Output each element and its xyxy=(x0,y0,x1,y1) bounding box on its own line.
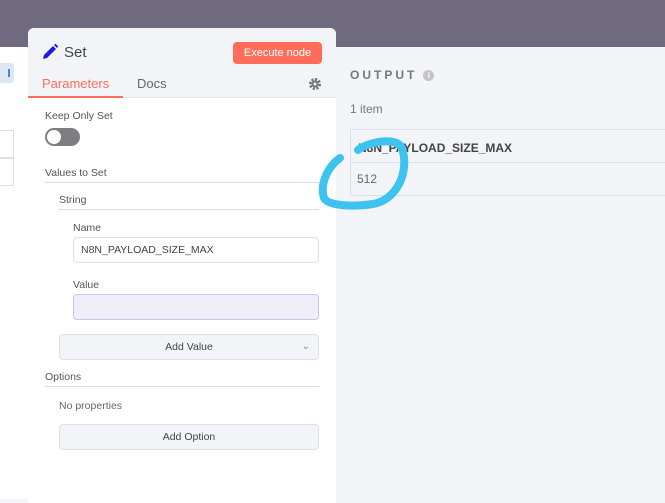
input-panel-button[interactable] xyxy=(0,63,14,83)
add-value-label: Add Value xyxy=(165,341,213,353)
input-table-row xyxy=(0,130,14,158)
node-settings-panel: Set Execute node Parameters Docs Keep On… xyxy=(28,28,336,503)
node-header: Set Execute node Parameters Docs xyxy=(28,28,336,98)
input-table-row xyxy=(0,158,14,186)
output-title: OUTPUT i xyxy=(350,68,435,82)
options-heading: Options xyxy=(45,371,319,387)
string-heading: String xyxy=(59,194,319,210)
values-to-set-heading: Values to Set xyxy=(45,167,319,183)
no-properties-text: No properties xyxy=(59,400,123,412)
output-panel: OUTPUT i 1 item N8N_PAYLOAD_SIZE_MAX 512 xyxy=(336,47,665,499)
tab-docs[interactable]: Docs xyxy=(137,76,167,91)
name-label: Name xyxy=(73,222,102,234)
annotation-scribble xyxy=(318,137,409,210)
tab-parameters[interactable]: Parameters xyxy=(28,76,123,98)
node-title[interactable]: Set xyxy=(64,44,87,61)
add-value-button[interactable]: Add Value ⌄ xyxy=(59,334,319,360)
gear-icon[interactable] xyxy=(308,77,322,91)
chevron-down-icon: ⌄ xyxy=(301,341,310,352)
pencil-icon xyxy=(43,43,59,59)
item-count: 1 item xyxy=(350,102,383,116)
keep-only-set-toggle[interactable] xyxy=(45,128,80,146)
add-option-button[interactable]: Add Option xyxy=(59,424,319,450)
input-panel xyxy=(0,47,30,499)
output-title-text: OUTPUT xyxy=(350,68,418,82)
value-label: Value xyxy=(73,279,100,291)
name-input[interactable]: N8N_PAYLOAD_SIZE_MAX xyxy=(73,237,319,263)
value-input[interactable] xyxy=(73,294,319,320)
info-icon[interactable]: i xyxy=(423,70,435,81)
execute-node-button[interactable]: Execute node xyxy=(233,42,322,64)
keep-only-set-label: Keep Only Set xyxy=(45,110,113,122)
